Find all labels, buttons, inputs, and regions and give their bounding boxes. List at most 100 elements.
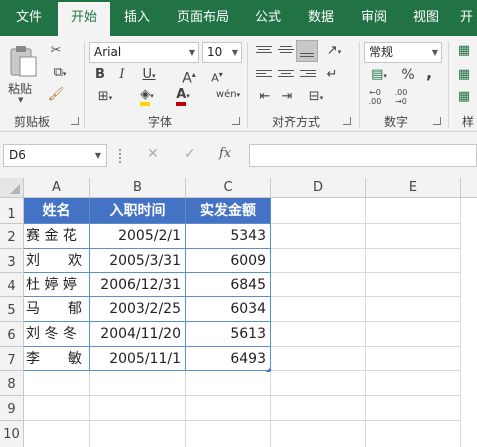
cell-d4[interactable]: [271, 273, 366, 297]
row-header-7[interactable]: 7: [0, 347, 24, 371]
header-cell-amount[interactable]: 实发金额: [186, 198, 271, 224]
row-header-1[interactable]: 1: [0, 198, 24, 224]
number-launcher-icon[interactable]: [433, 117, 441, 125]
increase-decimal-icon[interactable]: ←0.00: [364, 88, 386, 106]
align-center-icon[interactable]: [278, 70, 294, 82]
align-top-icon[interactable]: [256, 46, 272, 58]
cell-e6[interactable]: [366, 322, 461, 347]
cell-name[interactable]: 杜 婷 婷: [24, 273, 90, 297]
font-name-select[interactable]: Arial ▼: [89, 42, 199, 63]
cell-d2[interactable]: [271, 224, 366, 249]
cell-d9[interactable]: [271, 396, 366, 421]
row-header-2[interactable]: 2: [0, 224, 24, 249]
cell-e2[interactable]: [366, 224, 461, 249]
row-header-8[interactable]: 8: [0, 371, 24, 396]
row-header-9[interactable]: 9: [0, 396, 24, 421]
italic-icon[interactable]: I: [114, 66, 130, 84]
cell-amount[interactable]: 5613: [186, 322, 271, 347]
fill-color-icon[interactable]: ◈▾: [134, 86, 160, 106]
borders-icon[interactable]: ⊞▾: [92, 88, 118, 107]
cancel-icon[interactable]: ✕: [147, 146, 159, 162]
row-header-10[interactable]: 10: [0, 421, 24, 447]
column-header-a[interactable]: A: [24, 178, 90, 198]
cell-amount[interactable]: 6009: [186, 249, 271, 273]
comma-style-icon[interactable]: ,: [422, 64, 436, 82]
cell-e5[interactable]: [366, 297, 461, 322]
align-middle-icon[interactable]: [278, 46, 294, 58]
format-table-icon[interactable]: ▦: [454, 66, 474, 84]
cell-d10[interactable]: [271, 421, 366, 447]
wrap-text-icon[interactable]: ↵: [322, 66, 342, 84]
cell-b9[interactable]: [90, 396, 186, 421]
cell-name[interactable]: 李 敏: [24, 347, 90, 371]
cell-d1[interactable]: [271, 198, 366, 224]
align-bottom-icon[interactable]: [296, 40, 318, 62]
cell-date[interactable]: 2005/3/31: [90, 249, 186, 273]
tab-page-layout[interactable]: 页面布局: [166, 0, 240, 36]
name-box[interactable]: D6 ▼: [3, 144, 107, 167]
cell-name[interactable]: 刘 冬 冬: [24, 322, 90, 347]
tab-review[interactable]: 审阅: [352, 0, 396, 36]
align-left-icon[interactable]: [256, 70, 272, 82]
cell-d8[interactable]: [271, 371, 366, 396]
cell-a10[interactable]: [24, 421, 90, 447]
merge-center-icon[interactable]: ⊟▾: [302, 88, 330, 107]
cell-date[interactable]: 2004/11/20: [90, 322, 186, 347]
row-header-5[interactable]: 5: [0, 297, 24, 322]
insert-function-button[interactable]: fx: [219, 146, 231, 161]
font-size-select[interactable]: 10 ▼: [202, 42, 242, 63]
tab-insert[interactable]: 插入: [112, 0, 162, 36]
column-header-b[interactable]: B: [90, 178, 186, 198]
tab-formulas[interactable]: 公式: [246, 0, 290, 36]
cell-name[interactable]: 赛 金 花: [24, 224, 90, 249]
clipboard-launcher-icon[interactable]: [71, 117, 79, 125]
cell-d6[interactable]: [271, 322, 366, 347]
cell-a8[interactable]: [24, 371, 90, 396]
column-header-f[interactable]: [461, 178, 477, 198]
shrink-font-icon[interactable]: A▾: [206, 66, 228, 88]
tab-file[interactable]: 文件: [0, 0, 58, 36]
bold-icon[interactable]: B: [92, 66, 108, 84]
tab-view[interactable]: 视图: [404, 0, 448, 36]
cell-b10[interactable]: [90, 421, 186, 447]
cell-c10[interactable]: [186, 421, 271, 447]
column-header-d[interactable]: D: [271, 178, 366, 198]
cell-d7[interactable]: [271, 347, 366, 371]
column-header-c[interactable]: C: [186, 178, 271, 198]
header-cell-hire-date[interactable]: 入职时间: [90, 198, 186, 224]
tab-more[interactable]: 开: [456, 0, 477, 36]
underline-icon[interactable]: U▾: [136, 66, 162, 85]
cell-e8[interactable]: [366, 371, 461, 396]
cell-date[interactable]: 2005/11/1: [90, 347, 186, 371]
orientation-icon[interactable]: ↗▾: [322, 42, 346, 61]
paste-button[interactable]: 粘贴 ▼: [6, 42, 40, 104]
copy-icon[interactable]: ⧉▾: [46, 64, 74, 83]
cell-name[interactable]: 马 郁: [24, 297, 90, 322]
cell-d5[interactable]: [271, 297, 366, 322]
cell-e10[interactable]: [366, 421, 461, 447]
cell-e7[interactable]: [366, 347, 461, 371]
row-header-4[interactable]: 4: [0, 273, 24, 297]
cell-e9[interactable]: [366, 396, 461, 421]
decrease-indent-icon[interactable]: ⇤: [256, 88, 274, 106]
cell-date[interactable]: 2005/2/1: [90, 224, 186, 249]
cell-name[interactable]: 刘 欢: [24, 249, 90, 273]
font-color-icon[interactable]: A▾: [170, 86, 196, 106]
cell-e1[interactable]: [366, 198, 461, 224]
cell-amount[interactable]: 6493: [186, 347, 271, 371]
cell-date[interactable]: 2006/12/31: [90, 273, 186, 297]
decrease-decimal-icon[interactable]: .00 →0: [390, 88, 412, 106]
tab-home[interactable]: 开始: [58, 2, 110, 36]
cell-amount[interactable]: 6845: [186, 273, 271, 297]
cell-d3[interactable]: [271, 249, 366, 273]
row-header-3[interactable]: 3: [0, 249, 24, 273]
cell-amount[interactable]: 5343: [186, 224, 271, 249]
row-header-6[interactable]: 6: [0, 322, 24, 347]
increase-indent-icon[interactable]: ⇥: [278, 88, 296, 106]
formula-input[interactable]: [249, 144, 477, 167]
cell-date[interactable]: 2003/2/25: [90, 297, 186, 322]
conditional-format-icon[interactable]: ▦: [454, 42, 474, 60]
header-cell-name[interactable]: 姓名: [24, 198, 90, 224]
cell-c9[interactable]: [186, 396, 271, 421]
cell-b8[interactable]: [90, 371, 186, 396]
